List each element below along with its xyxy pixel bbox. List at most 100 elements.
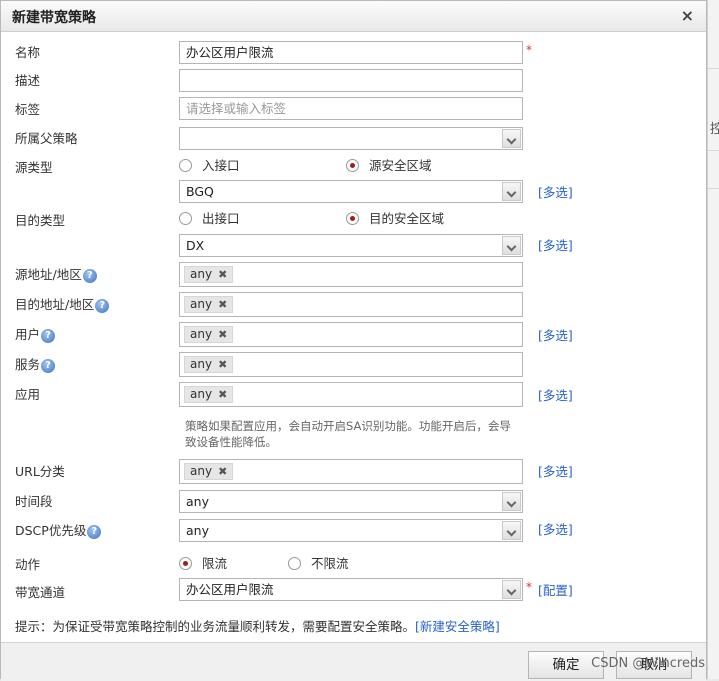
new-bandwidth-policy-dialog: 新建带宽策略 × 名称 办公区用户限流 * 描述 标签 请选择或输入标签 所属父… <box>0 0 707 681</box>
dscp-priority-label-text: DSCP优先级 <box>15 523 87 538</box>
destination-zone-multi-select-link[interactable]: [多选] <box>538 235 573 254</box>
url-category-label: URL分类 <box>15 464 65 479</box>
tag-label: any <box>190 267 213 281</box>
time-range-select[interactable]: any <box>179 490 523 513</box>
address-tag: any ✖ <box>184 266 234 283</box>
application-tag: any ✖ <box>184 386 234 403</box>
radio-label: 源安全区域 <box>369 158 432 173</box>
parent-policy-select[interactable] <box>179 127 523 150</box>
remove-tag-icon[interactable]: ✖ <box>218 268 227 281</box>
service-tag: any ✖ <box>184 356 234 373</box>
chevron-down-icon[interactable] <box>502 580 521 599</box>
chevron-down-icon[interactable] <box>502 521 521 540</box>
background-panel: 控 <box>707 0 719 679</box>
configure-channel-link[interactable]: [配置] <box>538 580 573 599</box>
user-label: 用户? <box>15 324 56 343</box>
tags-input[interactable]: 请选择或输入标签 <box>179 97 523 120</box>
application-multi-select-link[interactable]: [多选] <box>538 385 573 404</box>
radio-action-no-limit[interactable]: 不限流 <box>288 553 349 572</box>
chevron-down-icon[interactable] <box>502 182 521 201</box>
radio-label: 限流 <box>202 556 228 571</box>
source-address-label-text: 源地址/地区 <box>15 267 82 282</box>
radio-circle-selected <box>346 159 359 172</box>
radio-circle-selected <box>346 212 359 225</box>
destination-zone-value: DX <box>186 238 205 253</box>
dscp-priority-value: any <box>186 523 209 538</box>
bandwidth-channel-label: 带宽通道 <box>15 585 66 600</box>
radio-label: 出接口 <box>202 211 240 226</box>
chevron-down-icon[interactable] <box>502 129 521 148</box>
tag-label: any <box>190 387 213 401</box>
source-zone-multi-select-link[interactable]: [多选] <box>538 182 573 201</box>
url-category-multi-select-link[interactable]: [多选] <box>538 461 573 480</box>
help-icon[interactable]: ? <box>41 328 56 343</box>
destination-address-label-text: 目的地址/地区 <box>15 297 95 312</box>
radio-circle <box>179 212 192 225</box>
source-address-label: 源地址/地区? <box>15 264 97 283</box>
time-range-value: any <box>186 494 209 509</box>
user-tag-input[interactable]: any ✖ <box>179 322 523 347</box>
destination-zone-select[interactable]: DX <box>179 234 523 257</box>
remove-tag-icon[interactable]: ✖ <box>218 388 227 401</box>
radio-action-limit[interactable]: 限流 <box>179 553 227 572</box>
dscp-multi-select-link[interactable]: [多选] <box>538 519 573 538</box>
radio-source-zone[interactable]: 源安全区域 <box>346 155 432 174</box>
help-icon[interactable]: ? <box>41 358 56 373</box>
background-panel-text: 控 <box>710 122 719 137</box>
radio-circle-selected <box>179 557 192 570</box>
destination-address-tag-input[interactable]: any ✖ <box>179 292 523 317</box>
help-icon[interactable]: ? <box>82 268 97 283</box>
radio-circle <box>179 159 192 172</box>
dscp-priority-select[interactable]: any <box>179 519 523 542</box>
url-category-tag: any ✖ <box>184 463 234 480</box>
new-security-policy-link[interactable]: [新建安全策略] <box>415 619 500 634</box>
remove-tag-icon[interactable]: ✖ <box>218 328 227 341</box>
service-label: 服务? <box>15 354 56 373</box>
help-icon[interactable]: ? <box>87 524 102 539</box>
dscp-priority-label: DSCP优先级? <box>15 520 102 539</box>
service-label-text: 服务 <box>15 357 41 372</box>
radio-circle <box>288 557 301 570</box>
help-icon[interactable]: ? <box>95 298 110 313</box>
parent-policy-label: 所属父策略 <box>15 131 78 146</box>
bandwidth-channel-value: 办公区用户限流 <box>186 582 274 597</box>
user-label-text: 用户 <box>15 327 41 342</box>
radio-label: 入接口 <box>202 158 240 173</box>
description-label: 描述 <box>15 73 41 88</box>
remove-tag-icon[interactable]: ✖ <box>218 465 227 478</box>
required-mark: * <box>526 43 532 57</box>
user-multi-select-link[interactable]: [多选] <box>538 325 573 344</box>
bandwidth-channel-select[interactable]: 办公区用户限流 <box>179 578 523 601</box>
service-tag-input[interactable]: any ✖ <box>179 352 523 377</box>
application-label: 应用 <box>15 387 41 402</box>
source-address-tag-input[interactable]: any ✖ <box>179 262 523 287</box>
remove-tag-icon[interactable]: ✖ <box>218 298 227 311</box>
chevron-down-icon[interactable] <box>502 492 521 511</box>
source-zone-select[interactable]: BGQ <box>179 180 523 203</box>
name-label: 名称 <box>15 45 41 60</box>
source-zone-value: BGQ <box>186 184 214 199</box>
radio-egress-interface[interactable]: 出接口 <box>179 208 240 227</box>
security-policy-hint: 提示：为保证受带宽策略控制的业务流量顺利转发，需要配置安全策略。[新建安全策略] <box>15 616 500 635</box>
user-tag: any ✖ <box>184 326 234 343</box>
url-category-tag-input[interactable]: any ✖ <box>179 459 523 484</box>
tag-label: any <box>190 327 213 341</box>
radio-ingress-interface[interactable]: 入接口 <box>179 155 240 174</box>
close-icon[interactable]: × <box>681 6 694 25</box>
destination-type-label: 目的类型 <box>15 213 66 228</box>
address-tag: any ✖ <box>184 296 234 313</box>
remove-tag-icon[interactable]: ✖ <box>218 358 227 371</box>
application-note: 策略如果配置应用，会自动开启SA识别功能。功能开启后，会导致设备性能降低。 <box>185 419 511 449</box>
destination-address-label: 目的地址/地区? <box>15 294 110 313</box>
time-range-label: 时间段 <box>15 494 53 509</box>
name-input[interactable]: 办公区用户限流 <box>179 41 523 64</box>
radio-destination-zone[interactable]: 目的安全区域 <box>346 208 444 227</box>
dialog-titlebar: 新建带宽策略 × <box>1 1 706 32</box>
radio-label: 不限流 <box>311 556 349 571</box>
description-input[interactable] <box>179 69 523 92</box>
tags-label: 标签 <box>15 102 41 117</box>
chevron-down-icon[interactable] <box>502 236 521 255</box>
action-label: 动作 <box>15 557 41 572</box>
application-tag-input[interactable]: any ✖ <box>179 382 523 407</box>
hint-text: 提示：为保证受带宽策略控制的业务流量顺利转发，需要配置安全策略。 <box>15 619 416 634</box>
